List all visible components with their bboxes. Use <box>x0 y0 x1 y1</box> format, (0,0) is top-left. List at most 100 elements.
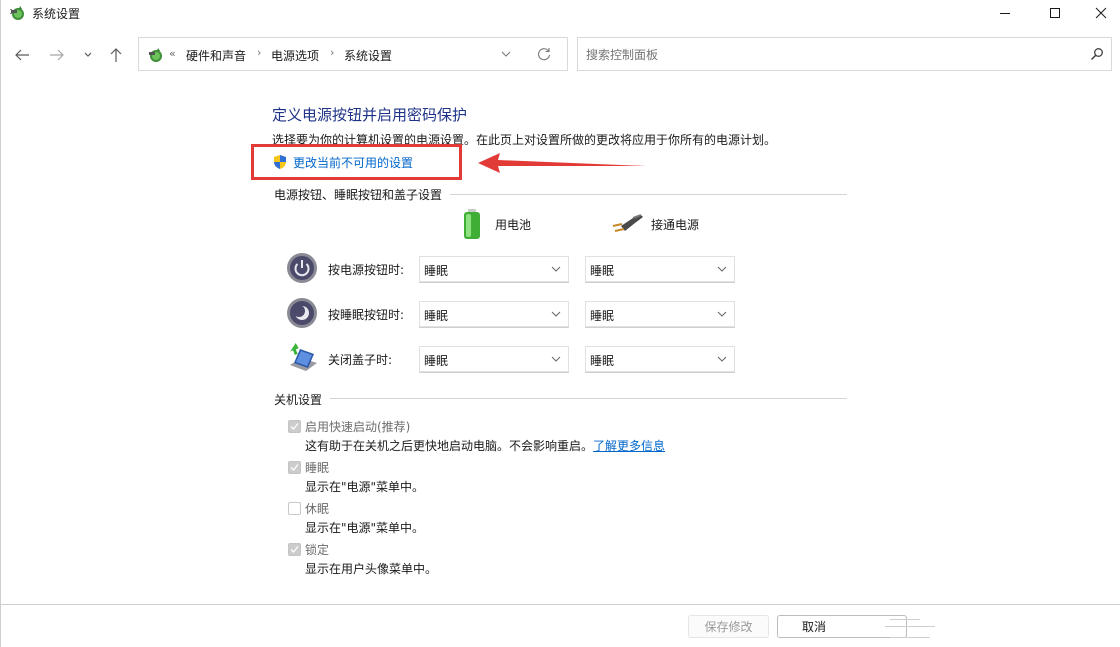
minimize-icon <box>1000 13 1010 14</box>
maximize-icon <box>1050 8 1060 18</box>
fast-startup-checkbox[interactable] <box>288 419 301 433</box>
close-icon <box>1095 7 1107 19</box>
minimize-button[interactable] <box>982 0 1028 26</box>
chevron-down-icon <box>551 311 561 317</box>
uac-shield-icon <box>274 155 286 169</box>
page-description: 选择要为你的计算机设置的电源设置。在此页上对设置所做的更改将应用于你所有的电源计… <box>272 133 777 147</box>
sleep-button-battery-select[interactable]: 睡眠 <box>419 301 569 327</box>
render-artifact <box>890 619 920 620</box>
power-options-icon <box>10 6 24 20</box>
power-plug-icon <box>612 214 643 232</box>
annotation-arrow-icon <box>478 153 646 173</box>
section-divider <box>450 194 847 195</box>
power-section-heading: 电源按钮、睡眠按钮和盖子设置 <box>274 188 443 202</box>
power-button-icon <box>287 253 317 283</box>
select-value: 睡眠 <box>424 309 449 323</box>
chevron-down-icon <box>551 266 561 272</box>
recent-locations-button[interactable] <box>77 44 99 66</box>
arrow-up-icon <box>110 48 122 62</box>
hibernate-description: 显示在"电源"菜单中。 <box>305 521 425 535</box>
checkmark-icon <box>290 545 299 553</box>
power-button-label: 按电源按钮时: <box>328 263 405 277</box>
maximize-button[interactable] <box>1032 0 1078 26</box>
change-settings-text[interactable]: 更改当前不可用的设置 <box>293 154 413 171</box>
learn-more-link[interactable]: 了解更多信息 <box>593 439 665 453</box>
title-bar: 系统设置 <box>0 0 1120 26</box>
checkmark-icon <box>290 463 299 471</box>
close-lid-label: 关闭盖子时: <box>328 353 393 367</box>
sleep-button-plugged-select[interactable]: 睡眠 <box>585 301 735 327</box>
up-button[interactable] <box>105 44 127 66</box>
sleep-checkbox[interactable] <box>288 460 301 474</box>
column-header-plugged-in: 接通电源 <box>611 208 699 240</box>
fast-startup-description-text: 这有助于在关机之后更快地启动电脑。不会影响重启。 <box>305 439 594 453</box>
close-button[interactable] <box>1078 0 1120 26</box>
address-overflow[interactable]: « <box>169 47 176 60</box>
power-button-plugged-select[interactable]: 睡眠 <box>585 256 735 282</box>
shutdown-section-heading: 关机设置 <box>274 393 323 407</box>
sleep-option[interactable]: 睡眠 <box>288 458 329 476</box>
refresh-icon <box>538 48 551 61</box>
select-value: 睡眠 <box>590 354 615 368</box>
back-button[interactable] <box>11 44 33 66</box>
sleep-button-label: 按睡眠按钮时: <box>328 308 405 322</box>
search-box <box>577 37 1112 71</box>
chevron-down-icon <box>717 311 727 317</box>
render-artifact <box>885 626 935 627</box>
chevron-down-icon <box>84 52 92 57</box>
lock-checkbox[interactable] <box>288 542 301 556</box>
plugged-in-column-label: 接通电源 <box>651 217 700 232</box>
close-lid-battery-select[interactable]: 睡眠 <box>419 346 569 372</box>
change-unavailable-settings-link[interactable]: 更改当前不可用的设置 <box>272 153 413 171</box>
power-button-battery-select[interactable]: 睡眠 <box>419 256 569 282</box>
refresh-button[interactable] <box>536 46 552 62</box>
arrow-right-icon <box>50 49 64 61</box>
select-value: 睡眠 <box>424 354 449 368</box>
forward-button[interactable] <box>46 44 68 66</box>
select-value: 睡眠 <box>590 309 615 323</box>
sleep-description: 显示在"电源"菜单中。 <box>305 480 425 494</box>
address-bar[interactable]: « 硬件和声音 › 电源选项 › 系统设置 <box>138 37 568 71</box>
search-input[interactable] <box>586 45 1066 65</box>
select-value: 睡眠 <box>424 264 449 278</box>
lock-option[interactable]: 锁定 <box>288 540 329 558</box>
chevron-down-icon <box>717 266 727 272</box>
lock-label: 锁定 <box>305 542 330 557</box>
fast-startup-option[interactable]: 启用快速启动(推荐) <box>288 417 410 435</box>
lock-description: 显示在用户头像菜单中。 <box>305 562 438 576</box>
hibernate-checkbox[interactable] <box>288 501 301 515</box>
breadcrumb-power-options[interactable]: 电源选项 <box>271 47 319 64</box>
window-title: 系统设置 <box>32 7 81 21</box>
hibernate-option[interactable]: 休眠 <box>288 499 329 517</box>
laptop-lid-icon <box>290 342 317 371</box>
navigation-bar: « 硬件和声音 › 电源选项 › 系统设置 <box>0 36 1120 72</box>
chevron-down-icon <box>717 356 727 362</box>
breadcrumb-separator[interactable]: › <box>330 46 334 59</box>
chevron-down-icon <box>501 51 511 57</box>
breadcrumb-separator[interactable]: › <box>257 46 261 59</box>
close-lid-plugged-select[interactable]: 睡眠 <box>585 346 735 372</box>
save-changes-button[interactable]: 保存修改 <box>688 615 769 638</box>
render-artifact <box>890 637 930 638</box>
hibernate-label: 休眠 <box>305 501 330 516</box>
footer-divider <box>1 604 1120 605</box>
address-history-dropdown[interactable] <box>499 47 515 63</box>
search-icon[interactable] <box>1090 47 1104 61</box>
page-title: 定义电源按钮并启用密码保护 <box>272 106 468 124</box>
chevron-down-icon <box>551 356 561 362</box>
section-divider <box>330 398 847 399</box>
fast-startup-label: 启用快速启动(推荐) <box>305 419 411 434</box>
checkmark-icon <box>290 422 299 430</box>
fast-startup-description: 这有助于在关机之后更快地启动电脑。不会影响重启。了解更多信息 <box>305 437 665 454</box>
breadcrumb-system-settings[interactable]: 系统设置 <box>344 47 392 64</box>
sleep-label: 睡眠 <box>305 460 330 475</box>
select-value: 睡眠 <box>590 264 615 278</box>
main-content: 定义电源按钮并启用密码保护 选择要为你的计算机设置的电源设置。在此页上对设置所做… <box>0 90 1120 600</box>
battery-column-label: 用电池 <box>495 217 532 232</box>
arrow-left-icon <box>15 49 29 61</box>
column-header-battery: 用电池 <box>462 208 531 240</box>
power-options-icon <box>149 48 162 62</box>
sleep-button-icon <box>287 298 317 328</box>
battery-icon <box>464 209 480 239</box>
breadcrumb-hardware-sound[interactable]: 硬件和声音 <box>186 47 246 64</box>
